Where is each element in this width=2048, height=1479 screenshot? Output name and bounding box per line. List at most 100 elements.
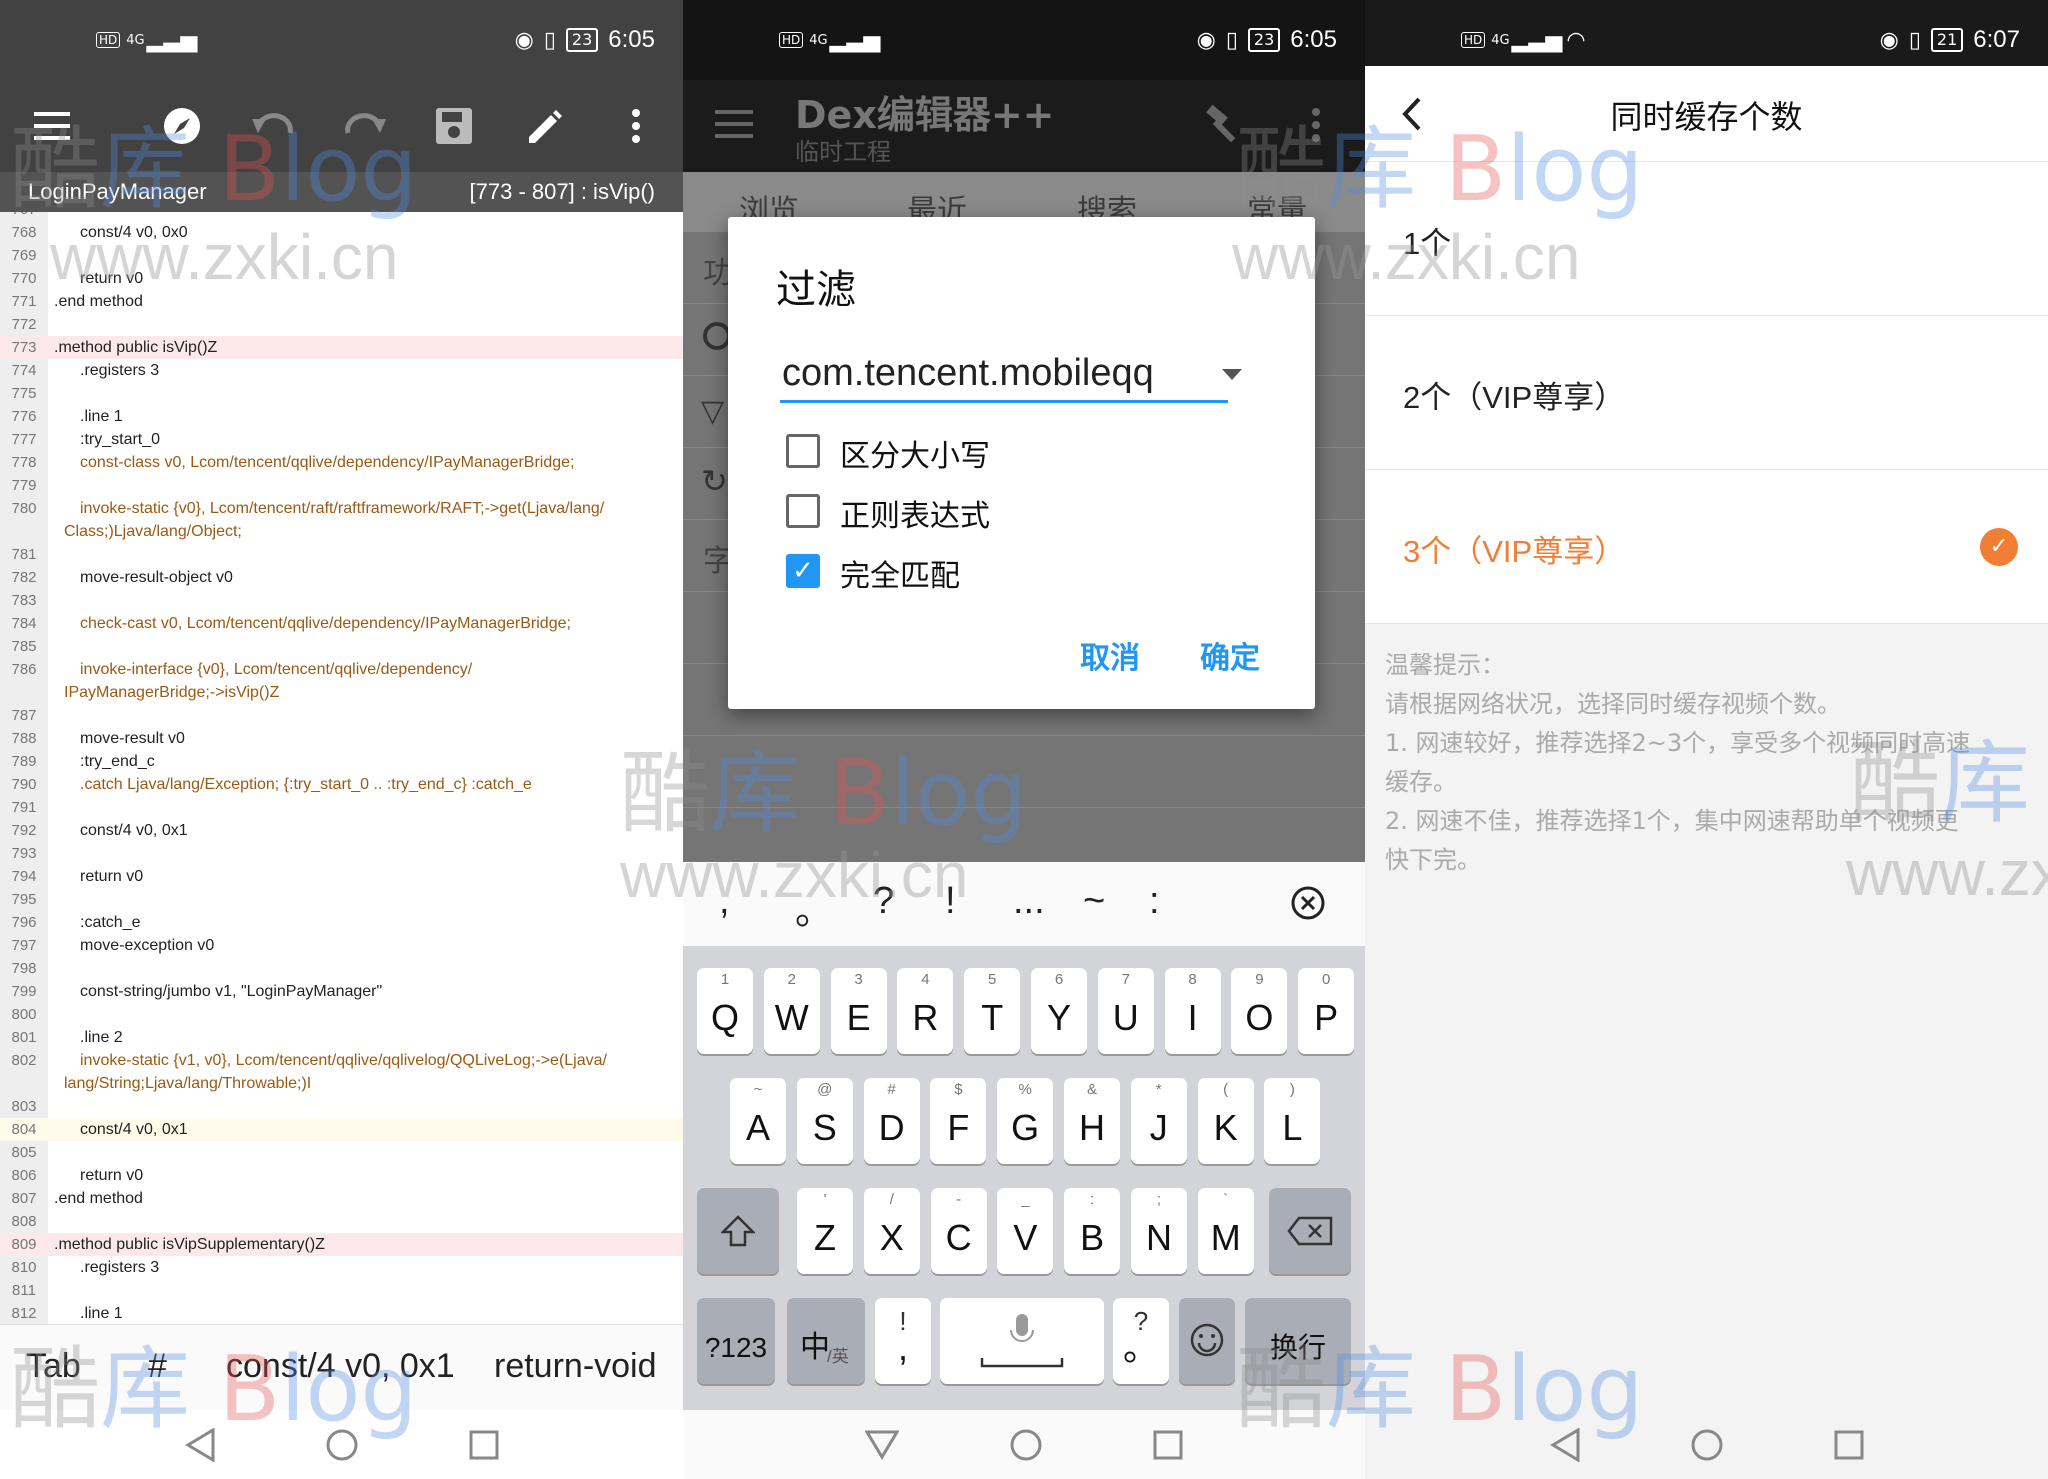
code-line[interactable]: 770 return v0 xyxy=(0,267,683,290)
code-line[interactable]: 767 xyxy=(0,212,683,221)
regex-checkbox[interactable] xyxy=(786,494,820,528)
code-line[interactable]: 791 xyxy=(0,796,683,819)
keyboard-key[interactable]: :B xyxy=(1064,1188,1121,1274)
keyboard-key[interactable]: # D xyxy=(863,1078,920,1164)
code-line[interactable]: 809 .method public isVipSupplementary()Z xyxy=(0,1233,683,1256)
keyboard-key[interactable]: ` M xyxy=(1197,1188,1254,1274)
keyboard-key[interactable]: 8I xyxy=(1164,968,1221,1054)
keyboard-key[interactable]: (K xyxy=(1197,1078,1254,1164)
undo-icon[interactable] xyxy=(246,98,302,154)
hash-key[interactable]: # xyxy=(148,1347,167,1386)
code-line[interactable]: 784 check-cast v0, Lcom/tencent/qqlive/de… xyxy=(0,612,683,635)
code-line[interactable]: 782 move-result-object v0 xyxy=(0,566,683,589)
home-nav-icon[interactable] xyxy=(325,1428,359,1462)
code-line[interactable]: 802 invoke-static {v1, v0}, Lcom/tencent/… xyxy=(0,1049,683,1072)
keyboard-key[interactable]: _ V xyxy=(997,1188,1054,1274)
punctuation-key[interactable]: ?。 xyxy=(1113,1298,1169,1384)
code-line[interactable]: 801 .line 2 xyxy=(0,1026,683,1049)
suggestion-key[interactable]: ~ xyxy=(1083,880,1105,923)
keyboard-key[interactable]: & H xyxy=(1064,1078,1120,1164)
keyboard-key[interactable]: 1Q xyxy=(697,968,753,1054)
case-sensitive-checkbox[interactable] xyxy=(786,434,820,468)
code-line[interactable]: 769 xyxy=(0,244,683,267)
keyboard-key[interactable]: ~ A xyxy=(730,1078,786,1164)
code-line[interactable]: 795 xyxy=(0,888,683,911)
keyboard-key[interactable]: 0P xyxy=(1298,968,1355,1054)
code-line[interactable]: 771 .end method xyxy=(0,290,683,313)
ok-button[interactable]: 确定 xyxy=(1200,633,1260,677)
collapse-keyboard-icon[interactable] xyxy=(1291,886,1325,930)
code-line[interactable]: 777:try_start_0 xyxy=(0,428,683,451)
code-line[interactable]: 779 xyxy=(0,474,683,497)
menu-icon[interactable] xyxy=(715,110,753,138)
code-line[interactable]: 810 .registers 3 xyxy=(0,1256,683,1279)
numbers-key[interactable]: ?123 xyxy=(697,1298,775,1384)
keyboard-key[interactable]: 6Y xyxy=(1031,968,1087,1054)
keyboard-key[interactable]: $ F xyxy=(930,1078,987,1164)
code-line[interactable]: 789:try_end_c xyxy=(0,750,683,773)
code-line[interactable]: 808 xyxy=(0,1210,683,1233)
code-line[interactable]: Class;)Ljava/lang/Object; xyxy=(0,520,683,543)
emoji-key[interactable] xyxy=(1179,1298,1235,1384)
keyboard-key[interactable]: @ S xyxy=(796,1078,853,1164)
menu-icon[interactable] xyxy=(24,98,80,154)
exact-match-checkbox[interactable]: ✓ xyxy=(786,554,820,588)
keyboard-key[interactable]: % G xyxy=(997,1078,1054,1164)
option-1[interactable]: 1个 xyxy=(1365,162,2048,316)
code-line[interactable]: 788 move-result v0 xyxy=(0,727,683,750)
cancel-button[interactable]: 取消 xyxy=(1080,633,1140,677)
suggestion-key[interactable]: : xyxy=(1149,880,1160,923)
code-line[interactable]: 781 xyxy=(0,543,683,566)
code-line[interactable]: 773 .method public isVip()Z xyxy=(0,336,683,359)
code-line[interactable]: 768 const/4 v0, 0x0 xyxy=(0,221,683,244)
back-nav-icon[interactable] xyxy=(184,1427,215,1462)
snippet-const-key[interactable]: const/4 v0, 0x1 xyxy=(226,1347,455,1386)
keyboard-key[interactable]: 7U xyxy=(1097,968,1154,1054)
more-icon[interactable] xyxy=(1311,108,1321,142)
keyboard-key[interactable]: 2W xyxy=(763,968,820,1054)
enter-key[interactable]: 换行 xyxy=(1245,1298,1351,1384)
shift-key[interactable] xyxy=(697,1188,779,1274)
code-line[interactable]: 785 xyxy=(0,635,683,658)
keyboard-key[interactable]: * J xyxy=(1130,1078,1187,1164)
keyboard-key[interactable]: ; N xyxy=(1131,1188,1187,1274)
suggestion-key[interactable]: ... xyxy=(1013,880,1045,923)
save-icon[interactable] xyxy=(426,98,482,154)
code-line[interactable]: 800 xyxy=(0,1003,683,1026)
code-line[interactable]: 790 .catch Ljava/lang/Exception; {:try_st… xyxy=(0,773,683,796)
code-line[interactable]: 806 return v0 xyxy=(0,1164,683,1187)
filter-input[interactable]: com.tencent.mobileqq xyxy=(780,351,1228,403)
code-line[interactable]: 804 const/4 v0, 0x1 xyxy=(0,1118,683,1141)
keyboard-key[interactable]: ' Z xyxy=(797,1188,853,1274)
home-nav-icon[interactable] xyxy=(1690,1428,1724,1462)
code-line[interactable]: 807 .end method xyxy=(0,1187,683,1210)
code-line[interactable]: 811 xyxy=(0,1279,683,1302)
code-line[interactable]: 772 xyxy=(0,313,683,336)
keyboard-key[interactable]: 4R xyxy=(897,968,954,1054)
hammer-icon[interactable] xyxy=(1203,104,1243,144)
code-line[interactable]: 775 xyxy=(0,382,683,405)
code-line[interactable]: 786 invoke-interface {v0}, Lcom/tencent/q… xyxy=(0,658,683,681)
back-nav-icon[interactable] xyxy=(1549,1427,1580,1462)
code-line[interactable]: IPayManagerBridge;->isVip()Z xyxy=(0,681,683,704)
code-line[interactable]: 794 return v0 xyxy=(0,865,683,888)
keyboard-key[interactable]: / X xyxy=(863,1188,920,1274)
code-line[interactable]: 796:catch_e xyxy=(0,911,683,934)
recents-nav-icon[interactable] xyxy=(469,1430,499,1460)
dropdown-arrow-icon[interactable] xyxy=(1222,369,1242,380)
language-key[interactable]: 中/英 xyxy=(787,1298,865,1384)
keyboard-key[interactable]: ) L xyxy=(1264,1078,1321,1164)
snippet-return-key[interactable]: return-void xyxy=(494,1347,657,1386)
code-line[interactable]: 780 invoke-static {v0}, Lcom/tencent/raft… xyxy=(0,497,683,520)
edit-icon[interactable] xyxy=(516,98,572,154)
home-nav-icon[interactable] xyxy=(1009,1428,1043,1462)
more-icon[interactable] xyxy=(608,98,664,154)
suggestion-key[interactable]: 。 xyxy=(795,880,833,935)
code-line[interactable]: 812 .line 1 xyxy=(0,1302,683,1324)
suggestion-key[interactable]: ! xyxy=(945,880,956,923)
option-3[interactable]: 3个（VIP尊享） ✓ xyxy=(1365,470,2048,624)
code-line[interactable]: 792 const/4 v0, 0x1 xyxy=(0,819,683,842)
backspace-key[interactable] xyxy=(1269,1188,1351,1274)
recents-nav-icon[interactable] xyxy=(1834,1430,1864,1460)
redo-icon[interactable] xyxy=(336,98,392,154)
